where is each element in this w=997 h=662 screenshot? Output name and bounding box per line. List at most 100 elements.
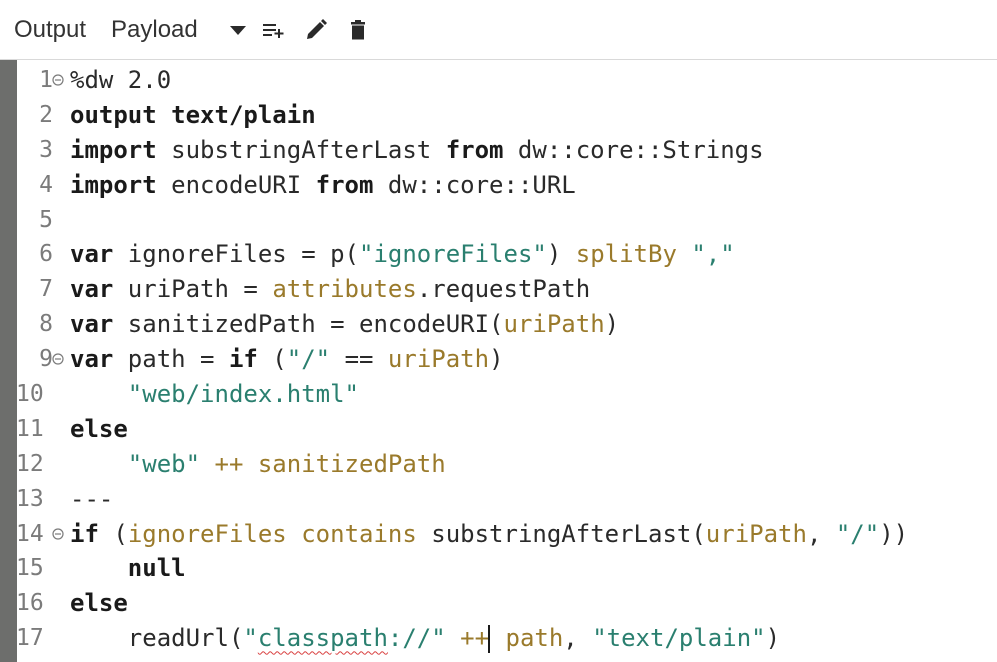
code-token: readUrl( xyxy=(70,624,244,653)
code-text: null xyxy=(70,551,186,586)
code-text: var uriPath = attributes.requestPath xyxy=(70,272,590,307)
code-editor[interactable]: 1 %dw 2.0 2 output text/plain 3 import substr… xyxy=(0,60,997,662)
code-token: path xyxy=(491,624,564,653)
code-token: else xyxy=(70,414,128,443)
code-line[interactable]: 14 if (ignoreFiles contains substringAfte… xyxy=(16,517,997,552)
code-text: import encodeURI from dw::core::URL xyxy=(70,168,576,203)
line-number: 3 xyxy=(39,136,53,163)
code-token: ignoreFiles xyxy=(127,519,287,548)
line-number: 2 xyxy=(39,101,53,128)
code-line[interactable]: 4 import encodeURI from dw::core::URL xyxy=(17,168,997,203)
delete-icon[interactable] xyxy=(346,18,370,42)
code-text: import substringAfterLast from dw::core:… xyxy=(70,133,764,168)
code-token: "text/plain" xyxy=(592,624,766,653)
toolbar: Output Payload xyxy=(0,0,997,60)
line-number: 8 xyxy=(39,311,53,338)
code-token: ) xyxy=(604,310,620,339)
line-number: 14 xyxy=(16,520,44,547)
fold-toggle-icon[interactable] xyxy=(52,527,64,540)
fold-toggle-icon[interactable] xyxy=(52,74,64,86)
text-cursor xyxy=(488,625,491,654)
line-number: 10 xyxy=(16,381,44,408)
code-token: == xyxy=(330,345,388,374)
code-token: ) xyxy=(489,345,504,374)
code-text: if (ignoreFiles contains substringAfterL… xyxy=(70,517,908,552)
code-token: sanitizedPath = encodeURI( xyxy=(113,310,504,339)
code-token: null xyxy=(127,554,186,583)
add-icon[interactable] xyxy=(261,18,285,42)
line-number: 1 xyxy=(39,67,53,93)
code-token: if xyxy=(228,345,258,374)
code-token: ++ xyxy=(445,624,490,653)
code-text: --- xyxy=(70,482,113,517)
code-token: , xyxy=(563,624,593,653)
code-token: from xyxy=(445,135,504,164)
code-text: var ignoreFiles = p("ignoreFiles") split… xyxy=(70,237,735,272)
code-token: "web/index.html" xyxy=(127,380,359,409)
code-line[interactable]: 17 readUrl("classpath://" ++ path, "text… xyxy=(16,621,997,656)
code-text: readUrl("classpath://" ++ path, "text/pl… xyxy=(70,621,780,656)
edit-icon[interactable] xyxy=(304,18,328,42)
code-token: "web" xyxy=(127,449,201,478)
code-line[interactable]: 9 var path = if ("/" == uriPath) xyxy=(17,342,997,377)
code-token: %dw 2.0 xyxy=(70,66,172,94)
code-line[interactable]: 6 var ignoreFiles = p("ignoreFiles") spli… xyxy=(17,237,997,272)
code-line[interactable]: 1 %dw 2.0 xyxy=(17,63,997,98)
code-token: ://" xyxy=(387,624,446,653)
code-token: encodeURI xyxy=(156,170,316,199)
code-token: output xyxy=(70,100,157,129)
line-number: 13 xyxy=(16,485,44,512)
code-token: contains xyxy=(301,519,417,548)
code-line[interactable]: 5 xyxy=(17,203,997,238)
code-line[interactable]: 16 else xyxy=(16,586,997,621)
code-token: import xyxy=(70,170,157,199)
line-number: 9 xyxy=(39,346,53,373)
code-line[interactable]: 12 "web" ++ sanitizedPath xyxy=(16,447,997,482)
code-text: "web/index.html" xyxy=(70,377,359,412)
code-token: ) xyxy=(546,240,576,269)
code-line[interactable]: 7 var uriPath = attributes.requestPath xyxy=(17,272,997,307)
code-line[interactable]: 2 output text/plain xyxy=(17,98,997,133)
output-label: Output xyxy=(14,16,87,43)
code-token: .requestPath xyxy=(416,275,591,304)
code-token: text/plain xyxy=(171,100,316,129)
chevron-down-icon[interactable] xyxy=(226,18,250,42)
code-token: ignoreFiles = p( xyxy=(113,240,359,269)
code-text: %dw 2.0 xyxy=(70,63,171,98)
code-token: )) xyxy=(879,519,909,548)
code-token: ( xyxy=(257,345,287,374)
fold-toggle-icon[interactable] xyxy=(52,353,64,365)
line-number: 17 xyxy=(16,625,44,652)
editor-left-bar xyxy=(0,60,17,662)
code-token: splitBy xyxy=(575,240,677,269)
line-number: 4 xyxy=(39,171,53,198)
code-token: else xyxy=(70,589,128,618)
code-line[interactable]: 13 --- xyxy=(16,482,997,517)
code-line[interactable]: 11 else xyxy=(16,412,997,447)
code-token: "," xyxy=(691,240,735,269)
line-number: 12 xyxy=(16,450,44,477)
code-text: else xyxy=(70,412,128,447)
code-line[interactable]: 3 import substringAfterLast from dw::core… xyxy=(17,133,997,168)
code-token: substringAfterLast( xyxy=(416,519,706,548)
code-lines: 1 %dw 2.0 2 output text/plain 3 import substr… xyxy=(16,63,997,656)
code-line[interactable]: 15 null xyxy=(16,551,997,586)
code-token: "/" xyxy=(835,519,880,548)
code-line[interactable]: 10 "web/index.html" xyxy=(16,377,997,412)
code-token: uriPath xyxy=(503,310,605,339)
code-token: ( xyxy=(98,519,128,548)
code-text: var path = if ("/" == uriPath) xyxy=(70,342,504,377)
line-number: 5 xyxy=(39,206,53,233)
code-token: if xyxy=(70,519,99,548)
output-target-selector[interactable]: Payload xyxy=(111,16,198,44)
code-token: import xyxy=(70,135,157,164)
code-token: sanitizedPath xyxy=(257,449,446,478)
code-line[interactable]: 8 var sanitizedPath = encodeURI(uriPath) xyxy=(17,307,997,342)
code-token: ++ xyxy=(200,449,258,478)
code-text: "web" ++ sanitizedPath xyxy=(70,447,446,482)
